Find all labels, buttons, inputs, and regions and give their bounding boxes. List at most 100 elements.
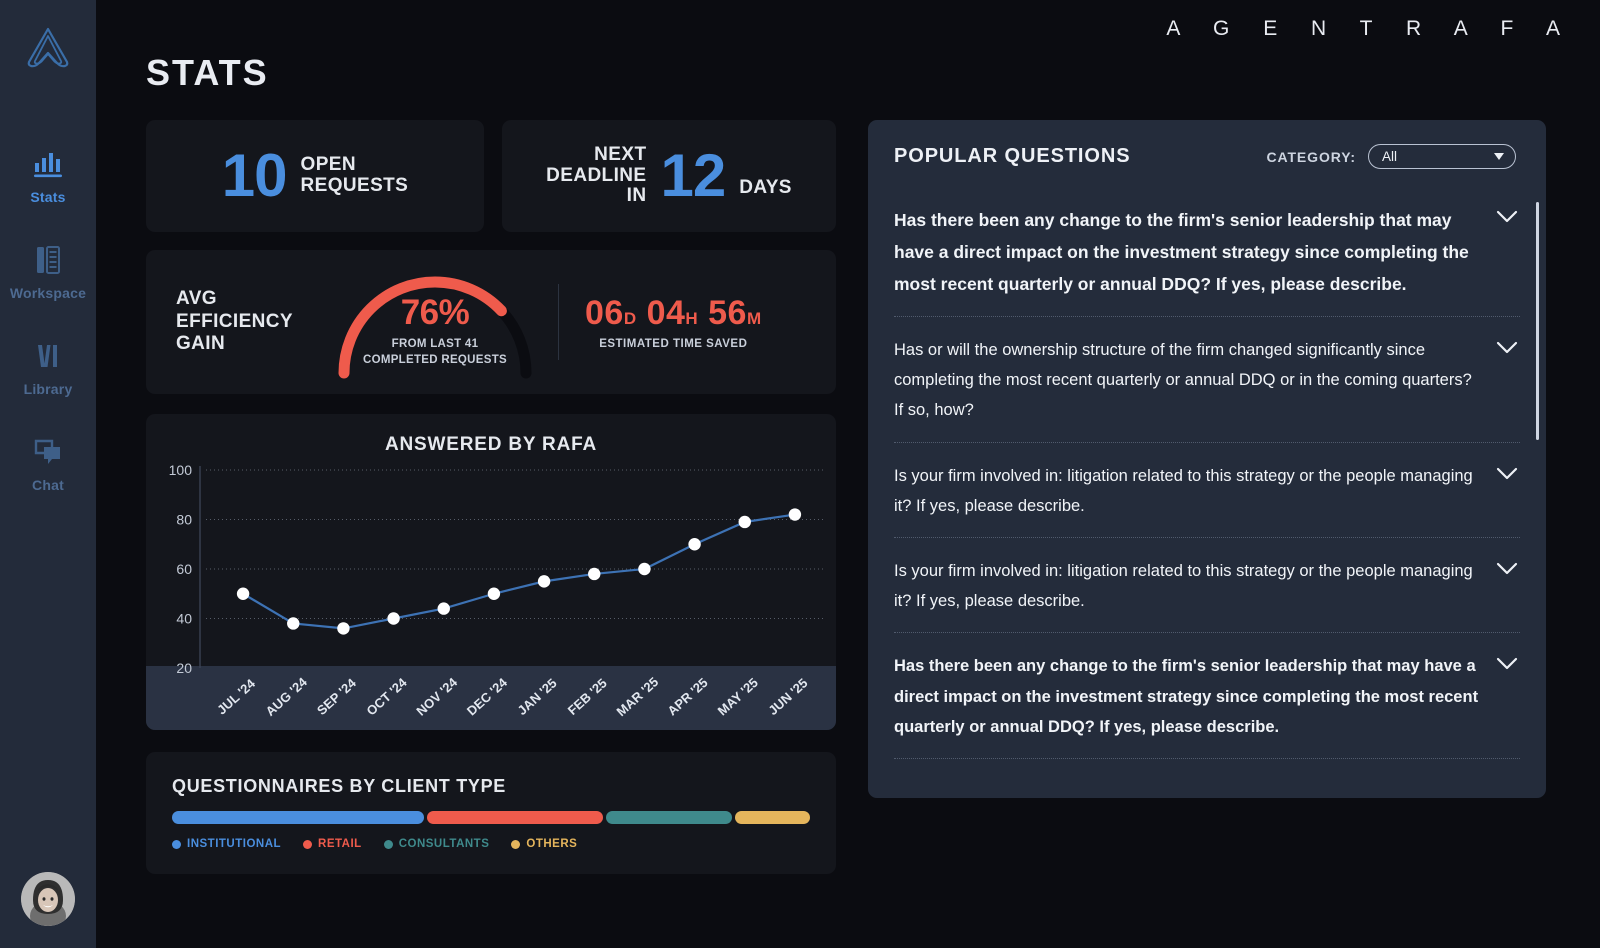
sidebar-item-label: Library	[23, 381, 73, 397]
top-stats-row: 10 OPEN REQUESTS NEXT DEADLINE IN 12 DAY…	[146, 120, 836, 232]
clients-legend-label: CONSULTANTS	[398, 838, 490, 850]
clients-legend-item: RETAIL	[303, 838, 362, 850]
chevron-down-icon[interactable]	[1496, 341, 1518, 360]
clients-title: QUESTIONNAIRES BY CLIENT TYPE	[172, 776, 507, 796]
category-filter: CATEGORY: All	[1266, 144, 1516, 169]
chevron-down-icon	[1494, 153, 1504, 160]
question-item[interactable]: Is your firm involved in: litigation rel…	[894, 443, 1520, 538]
svg-text:20: 20	[176, 660, 192, 676]
efficiency-title-line2: EFFICIENCY	[176, 310, 293, 332]
open-requests-label: OPEN REQUESTS	[300, 154, 409, 197]
time-saved-hours-unit: H	[685, 309, 699, 328]
time-saved-hours: 04	[646, 294, 686, 332]
efficiency-card[interactable]: AVG EFFICIENCY GAIN 76% FROM LAST 41 COM…	[146, 250, 836, 394]
svg-text:100: 100	[169, 462, 193, 478]
sidebar-item-label: Chat	[32, 477, 64, 493]
category-label: CATEGORY:	[1266, 148, 1356, 165]
right-column: POPULAR QUESTIONS CATEGORY: All Has ther…	[868, 120, 1546, 874]
open-requests-value: 10	[221, 142, 288, 210]
next-deadline-label-line3: IN	[626, 185, 647, 207]
legend-dot-icon	[511, 839, 521, 849]
efficiency-title-line3: GAIN	[176, 333, 226, 355]
efficiency-sub-line2: COMPLETED REQUESTS	[362, 353, 508, 366]
clients-legend-label: RETAIL	[318, 838, 362, 850]
chevron-down-icon[interactable]	[1496, 210, 1518, 229]
next-deadline-label-line1: NEXT	[594, 143, 647, 165]
clients-legend-item: INSTITUTIONAL	[172, 838, 281, 850]
next-deadline-label-line2: DEADLINE	[546, 164, 647, 186]
next-deadline-card[interactable]: NEXT DEADLINE IN 12 DAYS	[502, 120, 836, 232]
sidebar-item-workspace[interactable]: Workspace	[0, 224, 96, 320]
popular-questions-header: POPULAR QUESTIONS CATEGORY: All	[868, 120, 1546, 169]
questions-scrollbar[interactable]	[1536, 202, 1539, 440]
efficiency-title: AVG EFFICIENCY GAIN	[176, 288, 326, 355]
next-deadline-value: 12	[660, 142, 726, 210]
efficiency-subtext: FROM LAST 41 COMPLETED REQUESTS	[330, 337, 540, 368]
chevron-down-icon[interactable]	[1496, 562, 1518, 581]
chevron-down-icon[interactable]	[1496, 657, 1518, 676]
dashboard-content: 10 OPEN REQUESTS NEXT DEADLINE IN 12 DAY…	[96, 120, 1600, 874]
clients-legend: INSTITUTIONAL RETAIL CONSULTANTS OTHERS	[172, 838, 810, 850]
time-saved-block: 06D 04H 56M ESTIMATED TIME SAVED	[585, 294, 762, 350]
chat-icon	[31, 435, 65, 469]
next-deadline-unit: DAYS	[739, 177, 792, 199]
time-saved-label: ESTIMATED TIME SAVED	[599, 338, 748, 350]
time-saved-minutes: 56	[708, 294, 747, 332]
clients-legend-item: CONSULTANTS	[383, 838, 490, 850]
sidebar-item-stats[interactable]: Stats	[0, 128, 96, 224]
open-requests-label-line2: REQUESTS	[300, 175, 409, 196]
efficiency-sub-line1: FROM LAST 41	[391, 338, 479, 350]
question-text: Has or will the ownership structure of t…	[894, 341, 1472, 420]
question-item[interactable]: Has there been any change to the firm's …	[894, 186, 1520, 318]
time-saved-value: 06D 04H 56M	[585, 294, 762, 333]
sidebar-item-chat[interactable]: Chat	[0, 416, 96, 512]
efficiency-percent: 76%	[400, 293, 470, 332]
legend-dot-icon	[172, 839, 181, 849]
question-text: Has there been any change to the firm's …	[894, 657, 1479, 736]
question-item[interactable]: Has there been any change to the firm's …	[894, 633, 1520, 759]
svg-text:40: 40	[176, 611, 192, 627]
questionnaires-by-client-type-card: QUESTIONNAIRES BY CLIENT TYPE INSTITUTIO…	[146, 752, 836, 874]
clients-segment[interactable]	[426, 811, 603, 824]
question-text: Is your firm involved in: litigation rel…	[894, 466, 1473, 515]
sidebar: Stats Workspace Library Chat	[0, 0, 96, 948]
bar-chart-icon	[31, 147, 65, 181]
open-requests-card[interactable]: 10 OPEN REQUESTS	[146, 120, 484, 232]
page-title: STATS	[146, 52, 269, 93]
popular-questions-list[interactable]: Has there been any change to the firm's …	[868, 186, 1546, 798]
main-area: A G E N T R A F A STATS 10 OPEN REQUESTS	[96, 0, 1600, 948]
chart-canvas: 20406080100JUL '24 AUG '24 SEP '24 OCT '24 N…	[146, 462, 836, 730]
time-saved-minutes-unit: M	[746, 309, 762, 328]
next-deadline-label: NEXT DEADLINE IN	[546, 143, 647, 208]
sidebar-item-library[interactable]: Library	[0, 320, 96, 416]
popular-questions-title: POPULAR QUESTIONS	[894, 145, 1131, 167]
popular-questions-panel: POPULAR QUESTIONS CATEGORY: All Has ther…	[868, 120, 1546, 798]
svg-text:80: 80	[176, 512, 192, 528]
sidebar-item-label: Stats	[30, 189, 66, 205]
category-select[interactable]: All	[1368, 144, 1516, 169]
question-text: Has there been any change to the firm's …	[894, 210, 1469, 295]
legend-dot-icon	[303, 839, 313, 849]
workspace-icon	[31, 243, 65, 277]
clients-segment[interactable]	[605, 811, 732, 824]
question-item[interactable]: Has or will the ownership structure of t…	[894, 317, 1520, 443]
clients-legend-item: OTHERS	[511, 838, 577, 850]
clients-segment[interactable]	[172, 811, 424, 824]
category-selected-value: All	[1382, 149, 1398, 164]
svg-text:60: 60	[176, 561, 192, 577]
legend-dot-icon	[383, 839, 393, 849]
user-avatar[interactable]	[21, 872, 75, 926]
sidebar-item-label: Workspace	[9, 285, 87, 301]
answered-by-rafa-chart: ANSWERED BY RAFA 20 40 60 80 100 JUL '24 AUG '…	[146, 414, 836, 730]
rafa-logo	[21, 22, 75, 76]
time-saved-days: 06	[585, 294, 624, 332]
topbar: A G E N T R A F A	[96, 0, 1600, 58]
clients-segment[interactable]	[734, 811, 810, 824]
question-item[interactable]: Is your firm involved in: litigation rel…	[894, 538, 1520, 634]
clients-legend-label: INSTITUTIONAL	[187, 838, 282, 850]
question-text: Is your firm involved in: litigation rel…	[894, 561, 1473, 611]
brand-title: A G E N T R A F A	[1166, 17, 1574, 40]
efficiency-gauge: 76% FROM LAST 41 COMPLETED REQUESTS	[330, 263, 540, 381]
chevron-down-icon[interactable]	[1496, 467, 1518, 486]
time-saved-days-unit: D	[623, 309, 637, 328]
